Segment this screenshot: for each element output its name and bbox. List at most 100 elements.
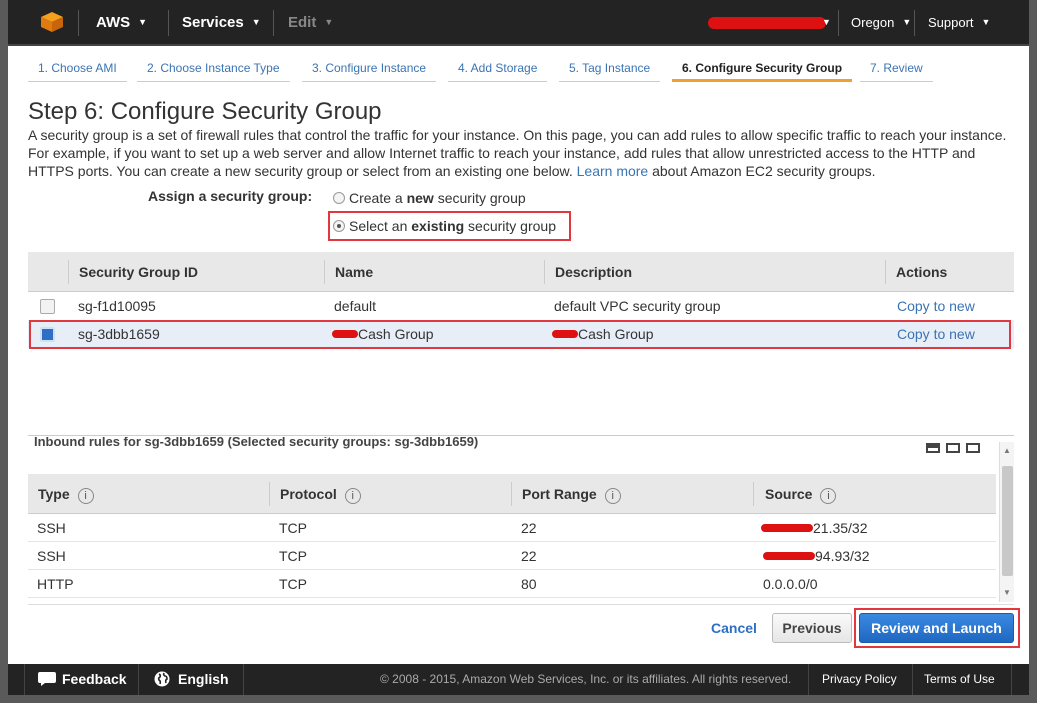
table-header: Security Group ID Name Description Actio…	[28, 252, 1014, 292]
chevron-down-icon: ▼	[902, 17, 912, 27]
window-frame-left	[0, 0, 8, 703]
rule-port: 22	[521, 520, 537, 536]
column-header-type: Type i	[38, 486, 94, 504]
feedback-label: Feedback	[62, 671, 127, 687]
window-frame-bottom	[0, 695, 1037, 703]
bar-divider	[24, 664, 25, 695]
nav-divider	[914, 10, 915, 36]
panel-divider[interactable]	[28, 435, 1014, 436]
table-row[interactable]: sg-f1d10095 default default VPC security…	[28, 292, 1014, 320]
redacted-text	[763, 552, 815, 560]
feedback-button[interactable]: Feedback	[38, 664, 127, 695]
bar-divider	[138, 664, 139, 695]
wizard-step-add-storage[interactable]: 4. Add Storage	[448, 54, 548, 82]
column-header-description[interactable]: Description	[555, 264, 632, 280]
inbound-rules-title: Inbound rules for sg-3dbb1659 (Selected …	[34, 437, 479, 449]
region-menu[interactable]: Oregon ▼	[851, 0, 911, 46]
assign-security-group-label: Assign a security group:	[148, 188, 313, 204]
table-row: SSH TCP 22 21.35/32	[28, 514, 996, 542]
info-icon[interactable]: i	[820, 488, 837, 504]
rule-source: 94.93/32	[815, 548, 870, 564]
column-header-name[interactable]: Name	[335, 264, 373, 280]
chevron-down-icon: ▼	[981, 17, 991, 27]
wizard-step-instance-type[interactable]: 2. Choose Instance Type	[137, 54, 290, 82]
terms-of-use-link[interactable]: Terms of Use	[924, 664, 995, 695]
header-label: Source	[765, 486, 813, 502]
nav-divider	[168, 10, 169, 36]
bar-divider	[912, 664, 913, 695]
previous-button[interactable]: Previous	[772, 613, 852, 643]
column-divider	[885, 260, 886, 284]
footer-divider	[28, 604, 1014, 605]
header-label: Protocol	[280, 486, 337, 502]
cancel-button[interactable]: Cancel	[711, 620, 757, 636]
rule-protocol: TCP	[279, 520, 307, 536]
row-checkbox[interactable]	[40, 299, 55, 314]
info-icon[interactable]: i	[604, 488, 621, 504]
rule-source-cell: 21.35/32	[761, 520, 868, 536]
wizard-step-choose-ami[interactable]: 1. Choose AMI	[28, 54, 127, 82]
edit-menu[interactable]: Edit ▼	[288, 0, 333, 46]
table-row: HTTP TCP 80 0.0.0.0/0	[28, 570, 996, 598]
copy-to-new-link[interactable]: Copy to new	[897, 298, 975, 314]
scroll-down-icon[interactable]: ▼	[1003, 588, 1011, 597]
nav-divider	[838, 10, 839, 36]
expand-panel-icon[interactable]	[966, 443, 980, 453]
rule-type: HTTP	[37, 576, 74, 592]
aws-cube-icon[interactable]	[40, 11, 64, 33]
panel-view-controls	[926, 440, 986, 458]
support-label: Support	[928, 15, 974, 30]
edit-label: Edit	[288, 14, 317, 31]
column-header-port-range: Port Range i	[522, 486, 621, 504]
rule-protocol: TCP	[279, 548, 307, 564]
column-divider	[269, 482, 270, 506]
scrollbar-thumb[interactable]	[1002, 466, 1013, 576]
language-label: English	[178, 671, 229, 687]
column-divider	[68, 260, 69, 284]
highlight-box	[29, 320, 1011, 349]
rule-port: 22	[521, 548, 537, 564]
bar-divider	[1011, 664, 1012, 695]
bar-divider	[808, 664, 809, 695]
description-text-end: about Amazon EC2 security groups.	[648, 163, 876, 179]
window-frame-right	[1029, 0, 1037, 703]
language-selector[interactable]: English	[154, 664, 229, 695]
info-icon[interactable]: i	[344, 488, 361, 504]
rule-source-cell: 94.93/32	[763, 548, 870, 564]
bar-divider	[243, 664, 244, 695]
nav-divider	[78, 10, 79, 36]
services-label: Services	[182, 14, 244, 31]
account-chevron[interactable]: ▼	[822, 0, 831, 46]
rule-source: 0.0.0.0/0	[763, 576, 818, 592]
redacted-text	[761, 524, 813, 532]
rule-type: SSH	[37, 548, 66, 564]
services-menu[interactable]: Services ▼	[182, 0, 261, 46]
collapse-panel-icon[interactable]	[926, 443, 940, 453]
learn-more-link[interactable]: Learn more	[577, 163, 649, 179]
wizard-step-tag-instance[interactable]: 5. Tag Instance	[559, 54, 661, 82]
globe-icon	[154, 671, 170, 687]
table-header: Type i Protocol i Port Range i Source i	[28, 474, 996, 514]
column-header-id[interactable]: Security Group ID	[79, 264, 198, 280]
wizard-step-configure-instance[interactable]: 3. Configure Instance	[302, 54, 437, 82]
radio-button[interactable]	[333, 192, 345, 204]
header-label: Port Range	[522, 486, 597, 502]
aws-menu[interactable]: AWS ▼	[96, 0, 147, 46]
scroll-up-icon[interactable]: ▲	[1003, 446, 1011, 455]
column-divider	[511, 482, 512, 506]
radio-text-bold: new	[406, 190, 434, 206]
inbound-scrollbar[interactable]: ▲ ▼	[999, 442, 1014, 602]
column-header-protocol: Protocol i	[280, 486, 361, 504]
top-navigation: AWS ▼ Services ▼ Edit ▼ ▼ Oregon ▼ Support ▼	[8, 0, 1029, 46]
redacted-account-name[interactable]	[708, 17, 826, 29]
radio-create-new[interactable]: Create a new security group	[333, 190, 526, 206]
wizard-step-security-group[interactable]: 6. Configure Security Group	[672, 54, 853, 82]
region-label: Oregon	[851, 15, 895, 30]
radio-text: Create a	[349, 190, 407, 206]
wizard-step-review[interactable]: 7. Review	[860, 54, 933, 82]
privacy-policy-link[interactable]: Privacy Policy	[822, 664, 897, 695]
header-label: Type	[38, 486, 70, 502]
info-icon[interactable]: i	[77, 488, 94, 504]
split-panel-icon[interactable]	[946, 443, 960, 453]
support-menu[interactable]: Support ▼	[928, 0, 990, 46]
